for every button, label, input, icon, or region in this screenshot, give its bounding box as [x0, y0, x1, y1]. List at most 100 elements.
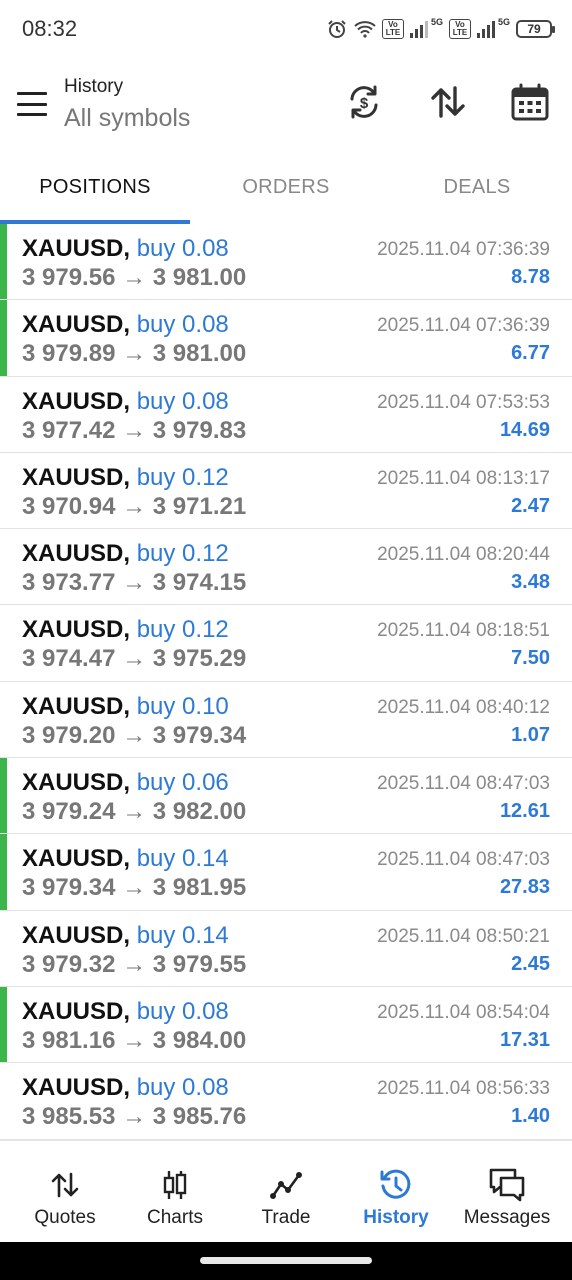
position-time: 2025.11.04 07:36:39 — [377, 239, 550, 260]
signal-1-icon — [409, 20, 428, 38]
price-range: 3 979.34 → 3 981.95 — [22, 874, 247, 902]
alarm-icon — [326, 18, 348, 40]
side-volume: buy 0.06 — [136, 769, 229, 797]
position-row[interactable]: XAUUSD, buy 0.12 3 970.94 → 3 971.21 2025.… — [0, 453, 572, 530]
price-range: 3 974.47 → 3 975.29 — [22, 645, 247, 673]
side-volume: buy 0.12 — [136, 616, 229, 644]
symbol-label: XAUUSD, — [22, 311, 131, 339]
system-gesture-bar — [0, 1242, 572, 1280]
position-row[interactable]: XAUUSD, buy 0.14 3 979.34 → 3 981.95 2025.… — [0, 834, 572, 911]
price-range: 3 979.56 → 3 981.00 — [22, 264, 247, 291]
price-range: 3 979.89 → 3 981.00 — [22, 340, 247, 368]
symbol-label: XAUUSD, — [22, 921, 131, 949]
position-row[interactable]: XAUUSD, buy 0.08 3 985.53 → 3 985.76 2025.… — [0, 1063, 572, 1140]
side-volume: buy 0.14 — [136, 921, 229, 949]
position-symbol: XAUUSD, buy 0.08 — [22, 1074, 229, 1102]
position-time: 2025.11.04 08:54:04 — [377, 1001, 550, 1023]
position-profit: 12.61 — [499, 800, 550, 823]
position-time: 2025.11.04 08:13:17 — [377, 467, 550, 489]
price-range: 3 979.24 → 3 982.00 — [22, 798, 247, 826]
tab-orders[interactable]: ORDERS — [191, 150, 381, 224]
nav-charts[interactable]: Charts — [118, 1141, 232, 1243]
side-volume: buy 0.08 — [136, 387, 229, 415]
position-row[interactable]: XAUUSD, buy 0.08 3 981.16 → 3 984.00 2025.… — [0, 986, 572, 1064]
signal-2-icon — [476, 20, 495, 38]
history-icon — [376, 1167, 416, 1203]
side-volume: buy 0.08 — [136, 997, 229, 1025]
symbol-label: XAUUSD, — [22, 692, 131, 720]
nav-messages-label: Messages — [463, 1207, 551, 1228]
currency-sync-icon[interactable]: $ — [342, 80, 386, 124]
position-row[interactable]: XAUUSD, buy 0.08 3 979.56 → 3 981.00 2025.… — [0, 224, 572, 301]
position-symbol: XAUUSD, buy 0.08 — [22, 235, 229, 263]
price-range: 3 977.42 → 3 979.83 — [22, 416, 247, 444]
side-volume: buy 0.08 — [136, 1074, 229, 1102]
position-time: 2025.11.04 07:53:53 — [377, 391, 550, 413]
nav-history-label: History — [363, 1207, 429, 1228]
calendar-icon[interactable] — [508, 80, 552, 124]
nav-quotes-label: Quotes — [34, 1207, 96, 1228]
position-row[interactable]: XAUUSD, buy 0.14 3 979.32 → 3 979.55 2025.… — [0, 911, 572, 987]
sort-icon[interactable] — [426, 80, 470, 124]
symbol-label: XAUUSD, — [22, 463, 131, 491]
side-volume: buy 0.14 — [136, 845, 229, 873]
position-symbol: XAUUSD, buy 0.14 — [22, 845, 229, 873]
nav-quotes[interactable]: Quotes — [8, 1141, 122, 1243]
svg-text:$: $ — [360, 95, 369, 112]
position-row[interactable]: XAUUSD, buy 0.08 3 979.89 → 3 981.00 2025.… — [0, 300, 572, 377]
nav-history[interactable]: History — [339, 1141, 453, 1243]
symbol-label: XAUUSD, — [22, 769, 131, 797]
position-profit: 17.31 — [499, 1028, 550, 1051]
price-range: 3 979.20 → 3 979.34 — [22, 721, 247, 749]
price-range: 3 973.77 → 3 974.15 — [22, 569, 247, 597]
symbol-label: XAUUSD, — [22, 1074, 131, 1102]
network-1-label: 5G — [430, 17, 443, 27]
quotes-icon — [45, 1167, 85, 1203]
side-volume: buy 0.08 — [136, 311, 229, 339]
position-row[interactable]: XAUUSD, buy 0.12 3 973.77 → 3 974.15 2025.… — [0, 529, 572, 606]
status-bar: 08:32 Vo LTE 5G Vo LTE 5G 79 — [0, 0, 572, 60]
symbol-label: XAUUSD, — [22, 540, 131, 568]
position-profit: 14.69 — [499, 418, 550, 441]
position-profit: 3.48 — [511, 571, 550, 594]
position-symbol: XAUUSD, buy 0.08 — [22, 388, 229, 416]
positions-list[interactable]: XAUUSD, buy 0.08 3 979.56 → 3 981.00 2025.… — [0, 224, 572, 1140]
toolbar-title: History — [64, 76, 124, 97]
tab-deals[interactable]: DEALS — [382, 150, 572, 224]
position-row[interactable]: XAUUSD, buy 0.06 3 979.24 → 3 982.00 2025.… — [0, 758, 572, 835]
position-symbol: XAUUSD, buy 0.12 — [22, 616, 229, 644]
position-time: 2025.11.04 08:50:21 — [377, 925, 550, 947]
position-profit: 8.78 — [511, 266, 550, 288]
wifi-icon — [354, 18, 376, 40]
charts-icon — [155, 1167, 195, 1203]
battery-icon: 79 — [516, 20, 555, 38]
menu-icon[interactable] — [14, 88, 50, 120]
nav-trade[interactable]: Trade — [229, 1141, 343, 1243]
position-symbol: XAUUSD, buy 0.12 — [22, 540, 229, 568]
position-profit: 27.83 — [499, 876, 550, 899]
position-time: 2025.11.04 08:56:33 — [377, 1078, 550, 1100]
toolbar: History All symbols $ — [0, 60, 572, 150]
position-profit: 6.77 — [511, 342, 550, 365]
position-profit: 1.40 — [511, 1105, 550, 1128]
position-time: 2025.11.04 08:47:03 — [377, 849, 550, 871]
position-profit: 2.47 — [511, 494, 550, 517]
home-gesture-handle[interactable] — [200, 1257, 372, 1264]
messages-icon — [487, 1167, 527, 1203]
trade-icon — [266, 1167, 306, 1203]
symbol-label: XAUUSD, — [22, 616, 131, 644]
nav-messages[interactable]: Messages — [450, 1141, 564, 1243]
symbol-filter[interactable]: All symbols — [64, 104, 190, 133]
position-row[interactable]: XAUUSD, buy 0.08 3 977.42 → 3 979.83 2025.… — [0, 377, 572, 453]
position-time: 2025.11.04 08:40:12 — [377, 696, 550, 718]
position-time: 2025.11.04 08:18:51 — [377, 620, 550, 642]
tab-positions[interactable]: POSITIONS — [0, 150, 190, 224]
position-row[interactable]: XAUUSD, buy 0.12 3 974.47 → 3 975.29 2025.… — [0, 605, 572, 682]
bottom-nav: Quotes Charts Trade History Messages — [0, 1140, 572, 1242]
position-row[interactable]: XAUUSD, buy 0.10 3 979.20 → 3 979.34 2025.… — [0, 682, 572, 759]
position-profit: 7.50 — [511, 647, 550, 670]
side-volume: buy 0.12 — [136, 540, 229, 568]
position-time: 2025.11.04 07:36:39 — [377, 315, 550, 337]
symbol-label: XAUUSD, — [22, 387, 131, 415]
status-icons: Vo LTE 5G Vo LTE 5G 79 — [326, 17, 555, 41]
